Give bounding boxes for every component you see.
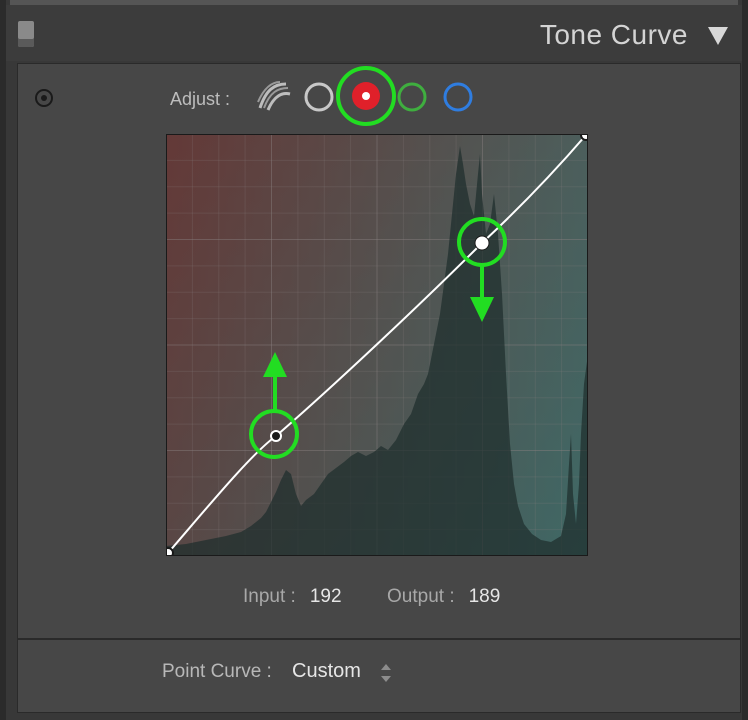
input-label: Input : xyxy=(243,586,296,607)
parametric-curve-icon[interactable] xyxy=(256,80,292,112)
point-curve-dropdown[interactable]: Custom xyxy=(292,660,361,683)
output-value: 189 xyxy=(468,586,501,607)
output-label: Output : xyxy=(387,586,455,607)
target-adjustment-icon[interactable] xyxy=(35,89,53,107)
blue-channel-icon[interactable] xyxy=(442,81,474,113)
output-readout: Output : 189 xyxy=(387,586,500,608)
rgb-channel-icon[interactable] xyxy=(303,81,335,113)
panel-switch-icon[interactable] xyxy=(18,21,34,47)
input-readout: Input : 192 xyxy=(243,586,342,608)
input-value: 192 xyxy=(309,586,342,607)
collapse-triangle-icon[interactable] xyxy=(708,27,728,45)
dropdown-stepper-icon[interactable] xyxy=(381,664,391,682)
red-channel-icon[interactable] xyxy=(334,64,398,128)
point-curve-label: Point Curve : xyxy=(162,661,272,682)
curve-point-selected[interactable] xyxy=(474,235,490,251)
adjust-label: Adjust : xyxy=(170,89,231,109)
green-channel-icon[interactable] xyxy=(396,81,428,113)
panel-header[interactable]: Tone Curve xyxy=(6,5,742,61)
curve-point-shadow[interactable] xyxy=(270,430,282,442)
panel-title[interactable]: Tone Curve xyxy=(540,19,688,51)
curve-point-black[interactable] xyxy=(166,547,174,556)
point-curve-bar xyxy=(17,639,741,713)
tone-curve-graph[interactable] xyxy=(166,134,588,556)
